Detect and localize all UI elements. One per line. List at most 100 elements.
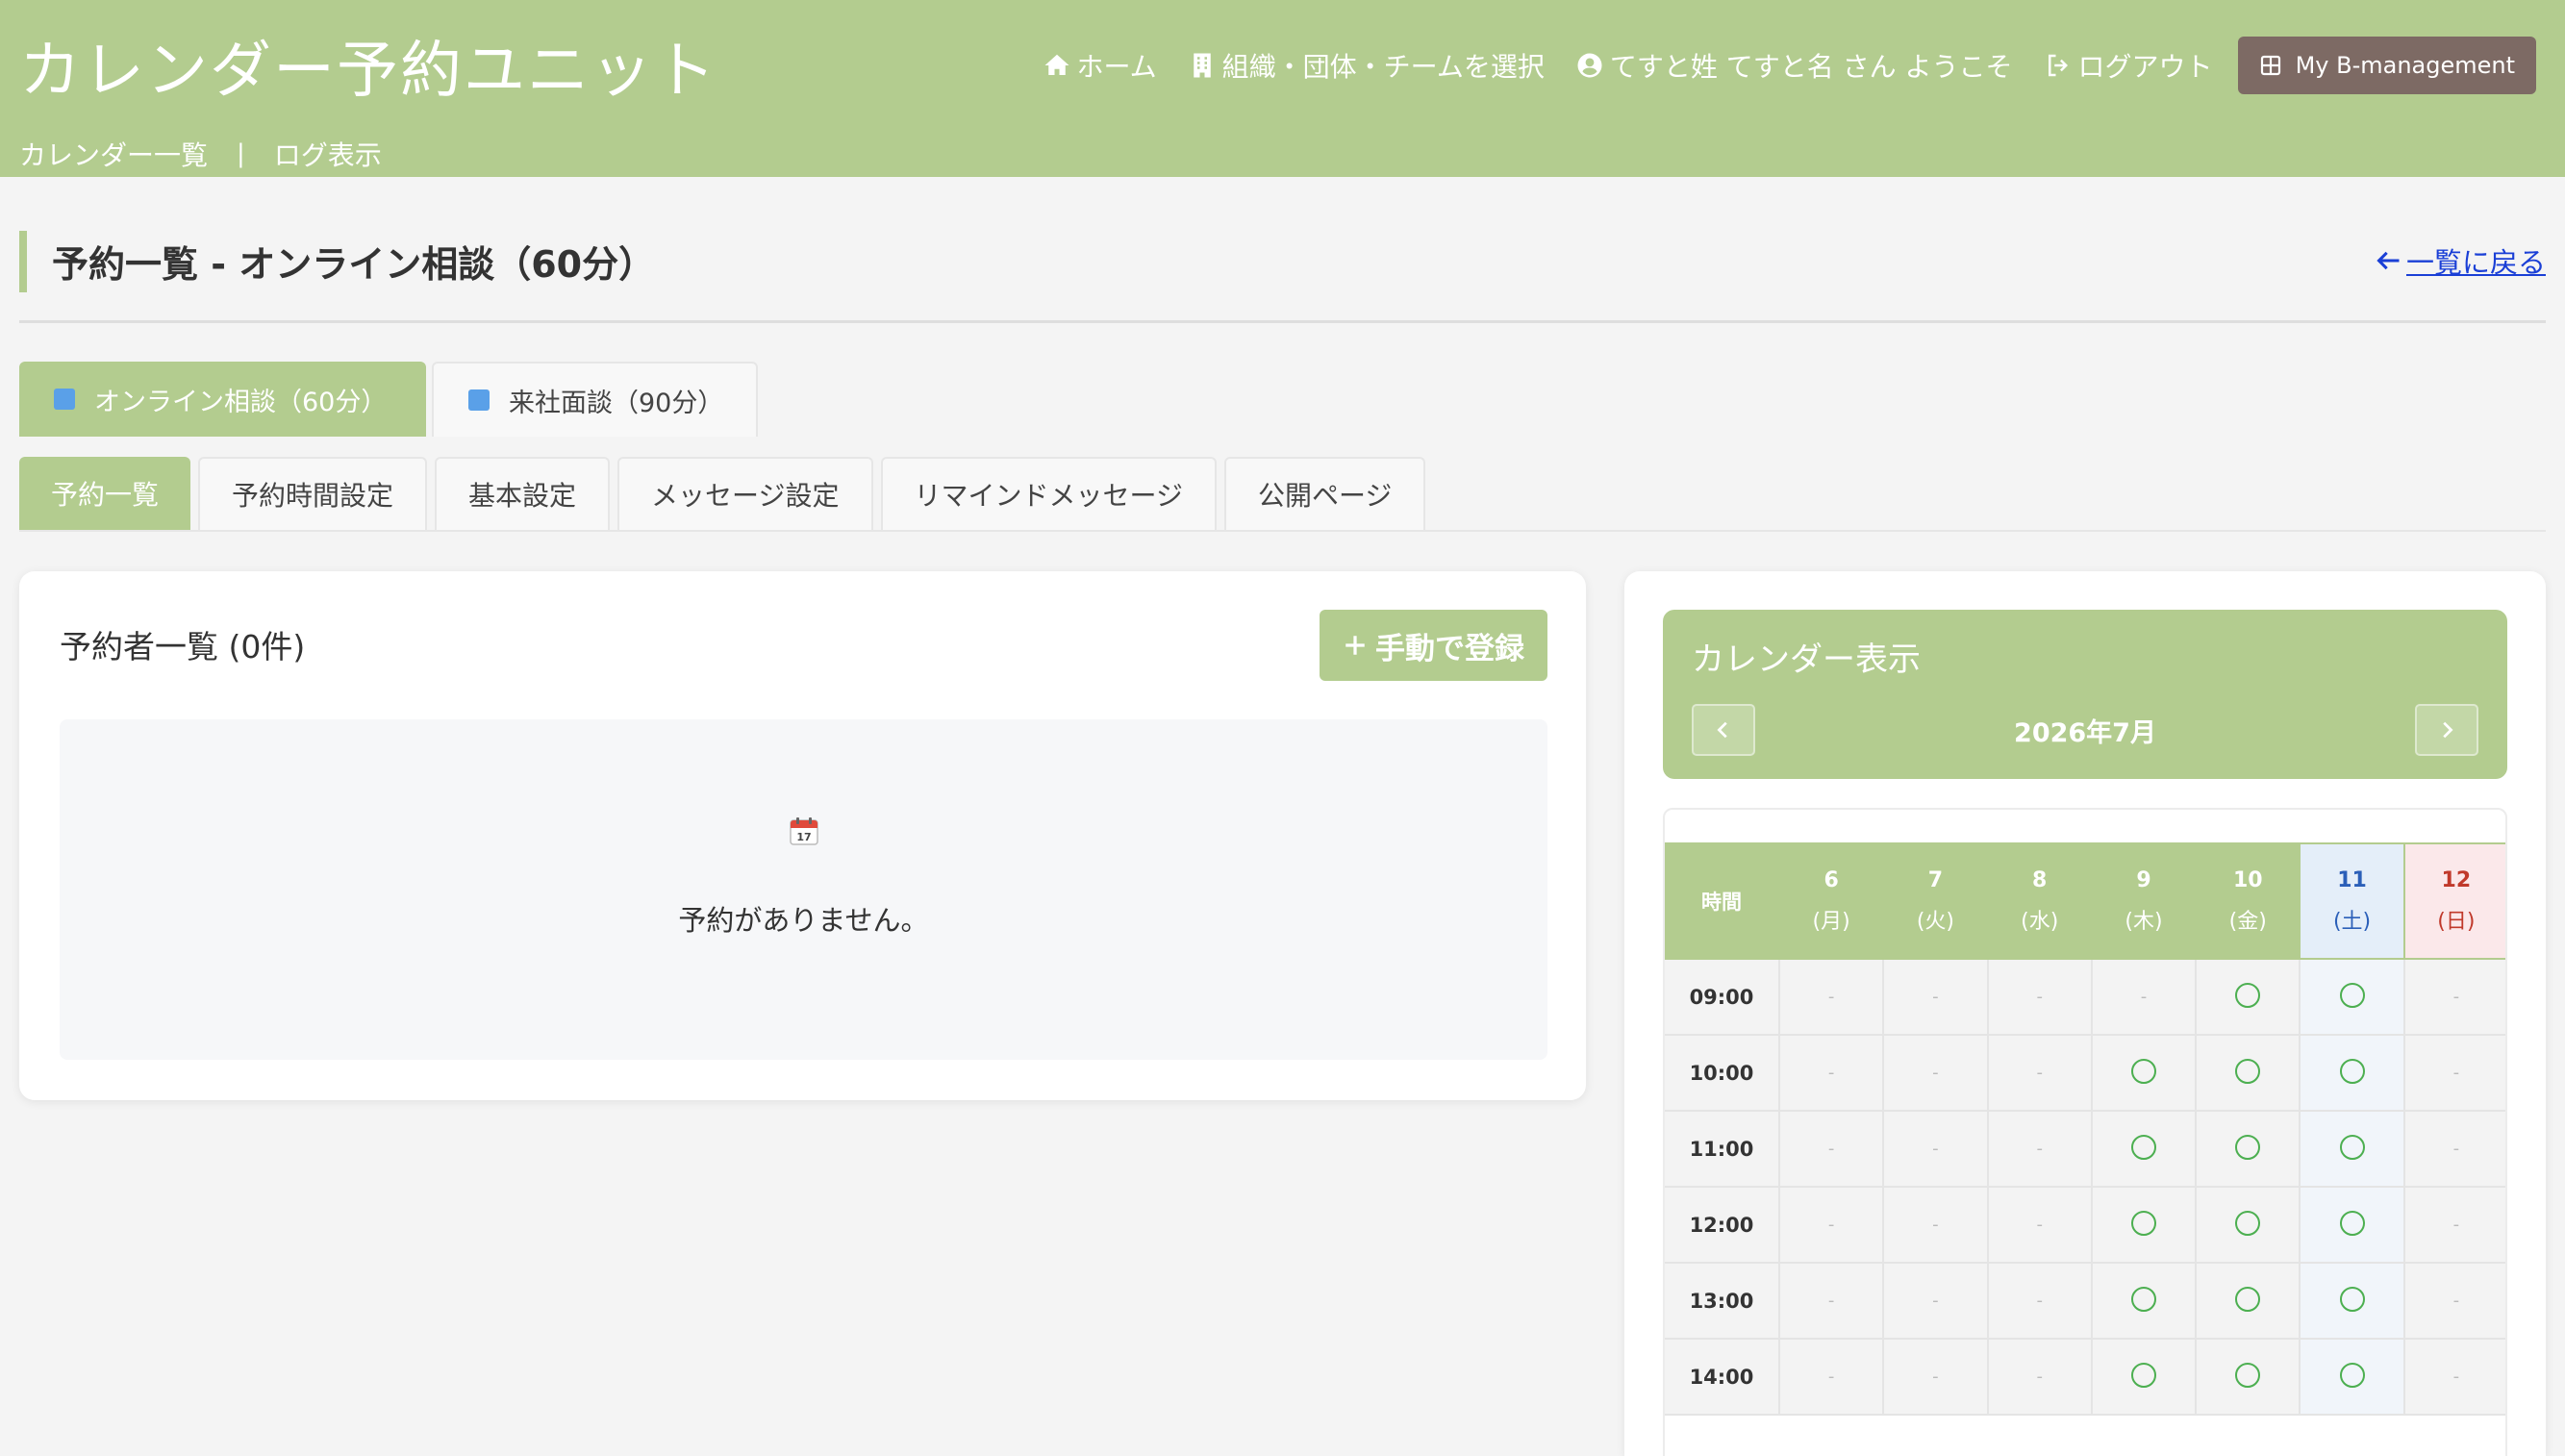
calendar-card: カレンダー表示 2026年7月 時間 6 (月) 7 (火) 8 (水) 9 (木) 1… (1624, 571, 2546, 1456)
back-to-list-link[interactable]: 一覧に戻る (2376, 240, 2546, 281)
nav-select-org[interactable]: 組織・団体・チームを選択 (1188, 46, 1545, 85)
slot-cell-unavailable: - (2402, 1262, 2505, 1340)
time-slot-row: 09:00 - - - - - (1665, 958, 2505, 1036)
unavailable-dash: - (1932, 987, 1939, 1007)
grid-icon (2260, 55, 2280, 76)
calendar-month: 2026年7月 (2014, 718, 2156, 748)
unavailable-dash: - (1932, 1215, 1939, 1235)
my-b-management-button[interactable]: My B-management (2237, 37, 2536, 94)
title-divider (19, 320, 2546, 323)
day-weekday: (水) (2021, 909, 2059, 934)
calendar-header: カレンダー表示 2026年7月 (1663, 610, 2507, 779)
available-slot-icon[interactable] (2339, 1362, 2365, 1388)
available-slot-icon[interactable] (2339, 1210, 2365, 1236)
nav-home-label: ホーム (1076, 51, 1157, 83)
time-label: 09:00 (1665, 958, 1780, 1036)
available-slot-icon[interactable] (2130, 1286, 2156, 1312)
tab-remind-message[interactable]: リマインドメッセージ (880, 457, 1217, 530)
slot-cell-unavailable: - (1882, 1262, 1989, 1340)
reservation-list-card: 予約者一覧 (0件) 手動で登録 17 予約がありません。 (19, 571, 1586, 1100)
unavailable-dash: - (2140, 987, 2148, 1007)
nav-logout[interactable]: ログアウト (2044, 46, 2213, 85)
time-slot-row: 14:00 - - - - (1665, 1338, 2505, 1416)
tab-reservation-list[interactable]: 予約一覧 (19, 457, 191, 530)
available-slot-icon[interactable] (2235, 1134, 2261, 1160)
unavailable-dash: - (1932, 1139, 1939, 1159)
slot-cell-unavailable: - (1986, 1034, 2093, 1112)
available-slot-icon[interactable] (2235, 1286, 2261, 1312)
time-label: 14:00 (1665, 1338, 1780, 1416)
day-number: 7 (1927, 867, 1944, 892)
time-slot-row: 12:00 - - - - (1665, 1186, 2505, 1264)
app-title: カレンダー予約ユニット (19, 36, 717, 107)
available-slot-icon[interactable] (2130, 1210, 2156, 1236)
unavailable-dash: - (2036, 1139, 2043, 1159)
tab-public-page[interactable]: 公開ページ (1223, 457, 1426, 530)
nav-home[interactable]: ホーム (1043, 46, 1157, 85)
calendar-grid: 時間 6 (月) 7 (火) 8 (水) 9 (木) 10 (金) 11 (土) 12 (日)… (1665, 842, 2505, 1416)
slot-cell-unavailable: - (1986, 958, 2093, 1036)
unavailable-dash: - (1932, 1367, 1939, 1387)
available-slot-icon[interactable] (2339, 982, 2365, 1008)
available-slot-icon[interactable] (2130, 1058, 2156, 1084)
slot-cell-available (2195, 1034, 2301, 1112)
calendar-header-row: 時間 6 (月) 7 (火) 8 (水) 9 (木) 10 (金) 11 (土) 12 (日) (1665, 842, 2505, 960)
time-label: 11:00 (1665, 1110, 1780, 1188)
day-number: 6 (1823, 867, 1839, 892)
manual-register-button[interactable]: 手動で登録 (1320, 610, 1547, 681)
unavailable-dash: - (1827, 987, 1835, 1007)
calendar-tab-online[interactable]: オンライン相談（60分） (19, 362, 426, 437)
function-tabs: 予約一覧 予約時間設定 基本設定 メッセージ設定 リマインドメッセージ 公開ペー… (19, 457, 1426, 530)
subnav-separator: | (237, 139, 245, 168)
nav-user-welcome[interactable]: てすと姓 てすと名 さん ようこそ (1575, 46, 2013, 85)
slot-cell-available (2299, 958, 2405, 1036)
day-number: 9 (2136, 867, 2151, 892)
tab-message-settings[interactable]: メッセージ設定 (617, 457, 873, 530)
available-slot-icon[interactable] (2235, 1210, 2261, 1236)
available-slot-icon[interactable] (2339, 1286, 2365, 1312)
slot-cell-available (2090, 1110, 2198, 1188)
slot-cell-available (2299, 1186, 2405, 1264)
time-label: 12:00 (1665, 1186, 1780, 1264)
chevron-right-icon (2443, 721, 2453, 739)
day-number: 10 (2232, 867, 2263, 892)
slot-cell-available (2299, 1034, 2405, 1112)
day-header: 6 (月) (1777, 842, 1885, 960)
subnav-calendar-list[interactable]: カレンダー一覧 (19, 135, 208, 173)
day-header: 9 (木) (2090, 842, 2198, 960)
available-slot-icon[interactable] (2235, 1362, 2261, 1388)
next-month-button[interactable] (2415, 704, 2478, 756)
tab-time-settings[interactable]: 予約時間設定 (198, 457, 428, 530)
subnav-log-view[interactable]: ログ表示 (274, 135, 382, 173)
day-number: 12 (2441, 867, 2472, 892)
day-weekday: (木) (2125, 909, 2163, 934)
available-slot-icon[interactable] (2339, 1058, 2365, 1084)
day-header-sunday: 12 (日) (2402, 842, 2505, 960)
available-slot-icon[interactable] (2130, 1134, 2156, 1160)
slot-cell-available (2195, 1110, 2301, 1188)
slot-cell-unavailable: - (1986, 1338, 2093, 1416)
slot-cell-unavailable: - (1882, 1034, 1989, 1112)
page-title-accent (19, 231, 27, 292)
available-slot-icon[interactable] (2235, 1058, 2261, 1084)
tab-basic-settings[interactable]: 基本設定 (435, 457, 611, 530)
unavailable-dash: - (1827, 1291, 1835, 1311)
empty-state: 17 予約がありません。 (60, 719, 1547, 1060)
slot-cell-available (2299, 1338, 2405, 1416)
top-nav: ホーム 組織・団体・チームを選択 てすと姓 てすと名 さん ようこそ ログアウト… (1043, 37, 2536, 94)
calendar-title: カレンダー表示 (1692, 640, 1921, 679)
page-title: 予約一覧 - オンライン相談（60分） (52, 243, 656, 286)
nav-select-org-label: 組織・団体・チームを選択 (1221, 51, 1545, 83)
arrow-left-icon (2376, 251, 2400, 270)
available-slot-icon[interactable] (2130, 1362, 2156, 1388)
calendar-tab-visit[interactable]: 来社面談（90分） (432, 362, 758, 437)
svg-text:17: 17 (796, 831, 811, 843)
user-circle-icon (1577, 53, 1602, 78)
unavailable-dash: - (2036, 1063, 2043, 1083)
available-slot-icon[interactable] (2339, 1134, 2365, 1160)
available-slot-icon[interactable] (2235, 982, 2261, 1008)
day-number: 11 (2337, 867, 2367, 892)
slot-cell-available (2299, 1262, 2405, 1340)
day-weekday: (土) (2332, 909, 2372, 934)
time-slot-row: 13:00 - - - - (1665, 1262, 2505, 1340)
